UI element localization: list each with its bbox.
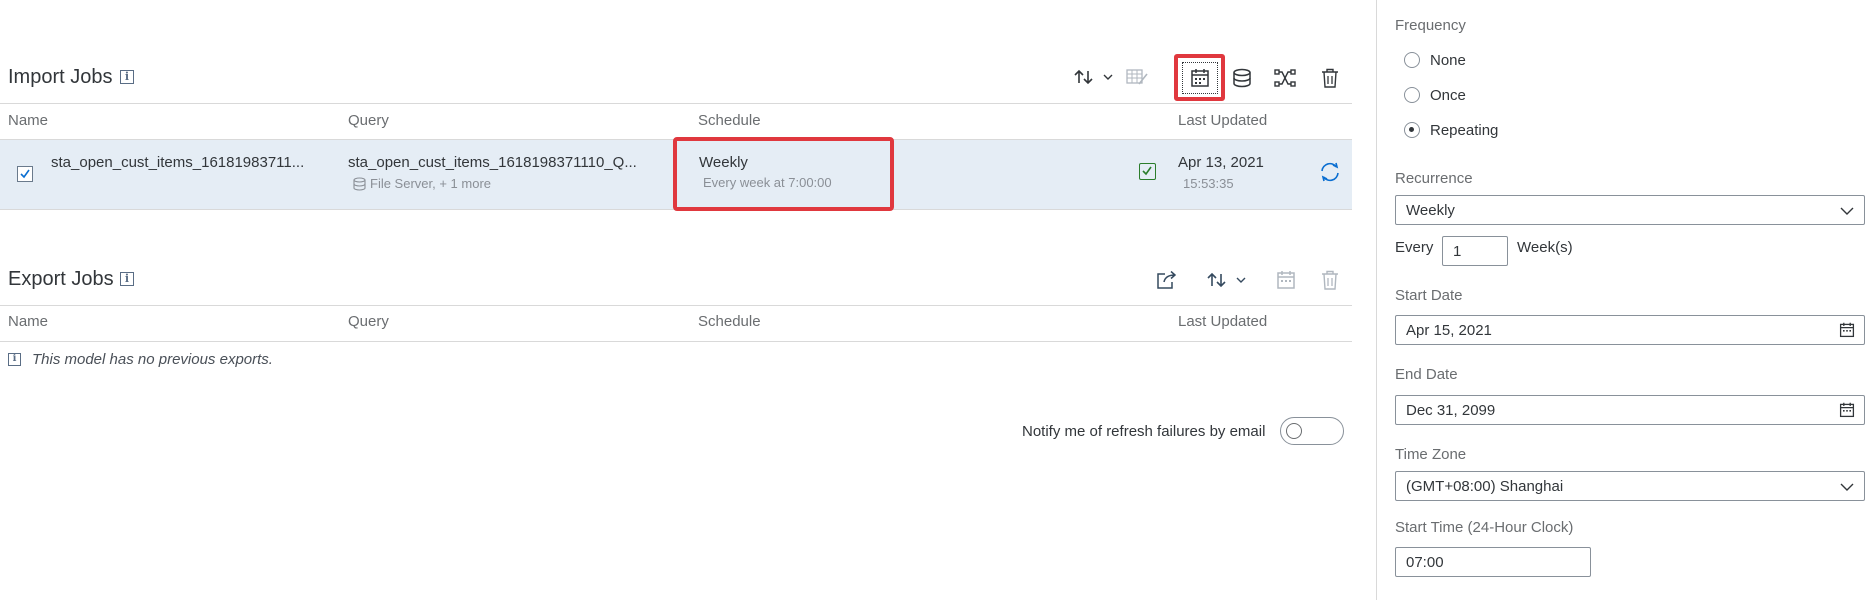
frequency-label: Frequency xyxy=(1395,17,1466,34)
export-icon xyxy=(1157,270,1177,289)
radio-none[interactable] xyxy=(1404,52,1420,68)
checkmark-icon xyxy=(20,169,30,179)
last-updated-date: Apr 13, 2021 xyxy=(1178,154,1264,171)
import-jobs-title: Import Jobs xyxy=(8,66,113,88)
calendar-icon xyxy=(1839,402,1855,418)
last-updated-time: 15:53:35 xyxy=(1183,176,1234,191)
info-icon[interactable]: i xyxy=(120,272,134,286)
calendar-icon xyxy=(1277,271,1295,289)
trash-icon xyxy=(1322,270,1338,290)
divider xyxy=(0,305,1352,306)
start-date-picker[interactable]: Apr 15, 2021 xyxy=(1395,315,1865,345)
mapping-button[interactable] xyxy=(1270,63,1300,93)
radio-once[interactable] xyxy=(1404,87,1420,103)
divider xyxy=(0,341,1352,342)
timezone-value: (GMT+08:00) Shanghai xyxy=(1406,477,1564,495)
sort-icon xyxy=(1074,69,1113,85)
info-icon: i xyxy=(8,353,21,366)
sort-button[interactable] xyxy=(1205,265,1253,295)
chevron-down-icon xyxy=(1840,207,1854,215)
every-label: Every xyxy=(1395,239,1434,256)
schedule-detail: Every week at 7:00:00 xyxy=(703,175,832,190)
column-header-last-updated[interactable]: Last Updated xyxy=(1178,313,1267,330)
calendar-icon xyxy=(1839,322,1855,338)
refresh-button[interactable] xyxy=(1315,157,1345,187)
export-button[interactable] xyxy=(1152,265,1182,295)
start-time-value: 07:00 xyxy=(1406,553,1444,571)
column-header-last-updated[interactable]: Last Updated xyxy=(1178,112,1267,129)
database-icon xyxy=(1233,68,1251,88)
column-header-schedule[interactable]: Schedule xyxy=(698,112,761,129)
divider xyxy=(0,103,1352,104)
edit-query-button[interactable] xyxy=(1122,62,1152,92)
import-toolbar xyxy=(1072,62,1152,92)
start-time-label: Start Time (24-Hour Clock) xyxy=(1395,519,1574,536)
recurrence-select[interactable]: Weekly xyxy=(1395,195,1865,225)
delete-button[interactable] xyxy=(1315,265,1345,295)
timezone-label: Time Zone xyxy=(1395,446,1467,463)
calendar-icon xyxy=(1191,69,1209,87)
every-value: 1 xyxy=(1453,242,1462,260)
query-source-text: File Server, + 1 more xyxy=(370,176,492,191)
row-checkbox[interactable] xyxy=(17,166,33,182)
recurrence-value: Weekly xyxy=(1406,201,1455,219)
mapping-icon xyxy=(1274,69,1296,87)
recurrence-label: Recurrence xyxy=(1395,170,1473,187)
schedule-value[interactable]: Weekly xyxy=(699,154,748,171)
export-jobs-title: Export Jobs xyxy=(8,268,114,290)
radio-repeating-label[interactable]: Repeating xyxy=(1430,122,1498,139)
datasource-button[interactable] xyxy=(1227,63,1257,93)
column-header-name[interactable]: Name xyxy=(8,313,48,330)
column-header-name[interactable]: Name xyxy=(8,112,48,129)
end-date-value: Dec 31, 2099 xyxy=(1406,401,1496,419)
query-source: File Server, + 1 more xyxy=(353,176,491,191)
delete-button[interactable] xyxy=(1315,63,1345,93)
table-edit-icon xyxy=(1126,69,1148,85)
empty-message: This model has no previous exports. xyxy=(32,351,273,368)
info-icon[interactable]: i xyxy=(120,70,134,84)
column-header-query[interactable]: Query xyxy=(348,313,389,330)
start-date-label: Start Date xyxy=(1395,287,1463,304)
radio-once-label[interactable]: Once xyxy=(1430,87,1466,104)
end-date-label: End Date xyxy=(1395,366,1458,383)
refresh-icon xyxy=(1321,162,1339,182)
start-date-value: Apr 15, 2021 xyxy=(1406,321,1492,339)
radio-none-label[interactable]: None xyxy=(1430,52,1466,69)
job-query[interactable]: sta_open_cust_items_1618198371110_Q... xyxy=(348,154,637,171)
start-time-input[interactable]: 07:00 xyxy=(1395,547,1591,577)
schedule-button[interactable] xyxy=(1271,265,1301,295)
end-date-picker[interactable]: Dec 31, 2099 xyxy=(1395,395,1865,425)
column-header-schedule[interactable]: Schedule xyxy=(698,313,761,330)
timezone-select[interactable]: (GMT+08:00) Shanghai xyxy=(1395,471,1865,501)
every-unit: Week(s) xyxy=(1517,239,1573,256)
schedule-button[interactable] xyxy=(1182,62,1218,94)
notify-label: Notify me of refresh failures by email xyxy=(1022,423,1266,440)
highlight-box xyxy=(673,137,894,211)
sort-icon xyxy=(1207,272,1246,288)
trash-icon xyxy=(1322,68,1338,88)
sort-button[interactable] xyxy=(1072,62,1120,92)
panel-divider xyxy=(1376,0,1377,600)
status-success-icon xyxy=(1139,163,1156,180)
job-name[interactable]: sta_open_cust_items_16181983711... xyxy=(51,154,304,171)
every-input[interactable]: 1 xyxy=(1442,236,1508,266)
chevron-down-icon xyxy=(1840,483,1854,491)
toggle-knob xyxy=(1286,423,1302,439)
radio-repeating[interactable] xyxy=(1404,122,1420,138)
database-icon xyxy=(353,176,366,191)
column-header-query[interactable]: Query xyxy=(348,112,389,129)
notify-toggle[interactable] xyxy=(1280,417,1344,445)
